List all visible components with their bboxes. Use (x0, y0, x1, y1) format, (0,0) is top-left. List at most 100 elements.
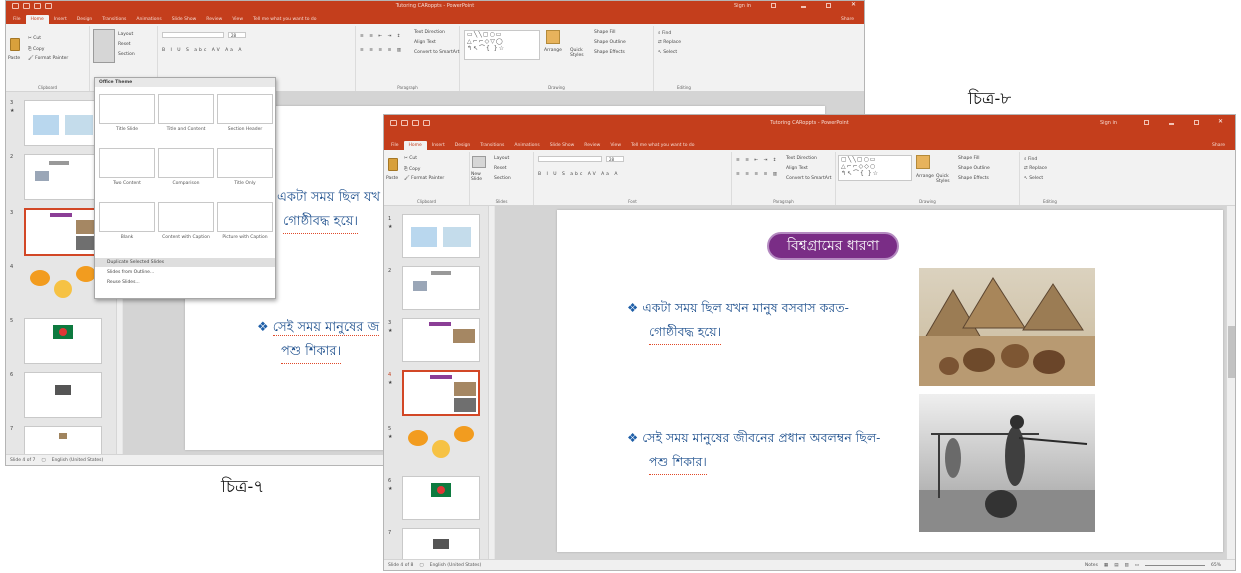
tab-insert[interactable]: Insert (49, 15, 72, 24)
close-icon[interactable]: ✕ (851, 1, 856, 8)
normal-view-icon[interactable]: ▦ (1104, 563, 1108, 568)
ribbon-display-options-icon[interactable] (1144, 120, 1149, 125)
slide-thumbnail-3[interactable] (402, 318, 480, 362)
share-button[interactable]: Share (841, 17, 854, 22)
slide-thumbnail-6[interactable] (24, 372, 102, 418)
tab-file[interactable]: File (386, 141, 404, 150)
layout-section-header[interactable] (217, 94, 273, 124)
spell-check-icon[interactable]: ▢ (41, 458, 45, 463)
zoom-level[interactable]: 65% (1211, 563, 1221, 568)
undo-icon[interactable] (401, 119, 408, 126)
paste-label[interactable]: Paste (386, 176, 398, 181)
scrollbar-thumb[interactable] (1228, 326, 1235, 378)
font-name-field[interactable] (162, 32, 224, 38)
cut-button[interactable]: ✂ Cut (28, 36, 41, 41)
tab-slide-show[interactable]: Slide Show (545, 141, 580, 150)
tab-animations[interactable]: Animations (131, 15, 166, 24)
align-buttons[interactable]: ≡ ≡ ≡ ≡ ▥ (360, 48, 403, 53)
slide-thumbnail-1[interactable] (402, 214, 480, 258)
layout-dropdown[interactable]: Office Theme Title Slide Title and Conte… (94, 77, 276, 299)
layout-blank[interactable] (99, 202, 155, 232)
format-painter-button[interactable]: 🖌 Format Painter (404, 176, 444, 181)
tab-insert[interactable]: Insert (427, 141, 450, 150)
layout-title-slide[interactable] (99, 94, 155, 124)
redo-icon[interactable] (412, 119, 419, 126)
save-icon[interactable] (390, 119, 397, 126)
layout-title-only[interactable] (217, 148, 273, 178)
zoom-slider[interactable] (1144, 564, 1205, 566)
slide[interactable]: বিশ্বগ্রামের ধারণা ❖ একটা সময় ছিল যখন ম… (557, 210, 1223, 552)
minimize-icon[interactable] (801, 6, 806, 8)
slide-thumbnail-7[interactable] (402, 528, 480, 560)
list-buttons[interactable]: ≡ ≡ ⇤ ⇥ ↕ (360, 34, 403, 39)
layout-picture-with-caption[interactable] (217, 202, 273, 232)
undo-icon[interactable] (23, 2, 30, 9)
notes-button[interactable]: Notes (1085, 563, 1098, 568)
quick-styles-button[interactable]: Quick Styles (936, 174, 954, 184)
shape-outline-button[interactable]: Shape Outline (958, 166, 990, 171)
close-icon[interactable]: ✕ (1218, 118, 1223, 125)
font-name-field[interactable] (538, 156, 602, 162)
align-text-button[interactable]: Align Text (786, 166, 808, 171)
format-painter-button[interactable]: 🖌 Format Painter (28, 56, 68, 61)
font-size-field[interactable]: 28 (228, 32, 246, 38)
maximize-icon[interactable] (1194, 120, 1199, 125)
align-buttons[interactable]: ≡ ≡ ≡ ≡ ▥ (736, 172, 779, 177)
slide-thumbnail-6[interactable] (402, 476, 480, 520)
language-status[interactable]: English (United States) (52, 458, 104, 463)
shape-fill-button[interactable]: Shape Fill (594, 30, 616, 35)
tell-me-box[interactable]: Tell me what you want to do (248, 15, 322, 24)
font-format-buttons[interactable]: B I U S abc AV Aa A (162, 48, 243, 53)
ribbon-display-options-icon[interactable] (771, 3, 776, 8)
tab-home[interactable]: Home (403, 141, 427, 150)
copy-button[interactable]: ⎘ Copy (404, 166, 420, 172)
slide-thumbnails-panel[interactable]: 1 ★ 2 3 ★ 4 ★ 5 ★ 6 ★ 7 (384, 206, 494, 561)
arrange-button[interactable]: Arrange (544, 48, 562, 53)
layout-comparison[interactable] (158, 148, 214, 178)
slide-thumbnail-2[interactable] (402, 266, 480, 310)
reuse-slides-item[interactable]: Reuse Slides... (95, 278, 275, 287)
shapes-gallery[interactable]: ▢╲╲▢○▭ △⌐⌐◇◇○ ↰↖⌒{ }☆ (838, 155, 912, 181)
save-icon[interactable] (12, 2, 19, 9)
thumbnails-scrollbar[interactable] (488, 206, 494, 561)
select-button[interactable]: ↖ Select (658, 50, 677, 55)
slide-thumbnail-7[interactable] (24, 426, 102, 456)
layout-button[interactable]: Layout (118, 32, 133, 37)
slide-sorter-icon[interactable]: ▤ (1114, 563, 1118, 568)
reading-view-icon[interactable]: ▥ (1124, 563, 1128, 568)
tell-me-box[interactable]: Tell me what you want to do (626, 141, 700, 150)
slides-from-outline-item[interactable]: Slides from Outline... (95, 268, 275, 277)
section-button[interactable]: Section (494, 176, 511, 181)
replace-button[interactable]: ⇄ Replace (658, 40, 681, 45)
new-slide-icon[interactable] (472, 156, 486, 168)
slide-thumbnail-3-selected[interactable] (24, 208, 102, 256)
slide-thumbnail-5[interactable] (402, 424, 480, 468)
duplicate-selected-slides-item[interactable]: Duplicate Selected Slides (95, 258, 275, 267)
reset-button[interactable]: Reset (494, 166, 507, 171)
maximize-icon[interactable] (826, 3, 831, 8)
font-size-field[interactable]: 28 (606, 156, 624, 162)
arrange-button[interactable]: Arrange (916, 174, 934, 179)
paste-icon[interactable] (388, 158, 398, 171)
tab-design[interactable]: Design (72, 15, 98, 24)
paste-label[interactable]: Paste (8, 56, 20, 61)
start-from-beginning-icon[interactable] (423, 119, 430, 126)
list-buttons[interactable]: ≡ ≡ ⇤ ⇥ ↕ (736, 158, 779, 163)
tab-review[interactable]: Review (201, 15, 227, 24)
new-slide-button[interactable]: New Slide (471, 172, 491, 182)
slide-thumbnail-4[interactable] (24, 262, 102, 308)
slide-thumbnail-4-selected[interactable] (402, 370, 480, 416)
layout-button[interactable]: Layout (494, 156, 509, 161)
start-from-beginning-icon[interactable] (45, 2, 52, 9)
tab-view[interactable]: View (227, 15, 248, 24)
select-button[interactable]: ↖ Select (1024, 176, 1043, 181)
reset-button[interactable]: Reset (118, 42, 131, 47)
text-direction-button[interactable]: Text Direction (786, 156, 817, 161)
tab-transitions[interactable]: Transitions (97, 15, 131, 24)
tab-view[interactable]: View (605, 141, 626, 150)
shape-outline-button[interactable]: Shape Outline (594, 40, 626, 45)
slideshow-icon[interactable]: ▭ (1135, 563, 1139, 568)
font-format-buttons[interactable]: B I U S abc AV Aa A (538, 172, 619, 177)
text-direction-button[interactable]: Text Direction (414, 30, 445, 35)
tab-review[interactable]: Review (579, 141, 605, 150)
